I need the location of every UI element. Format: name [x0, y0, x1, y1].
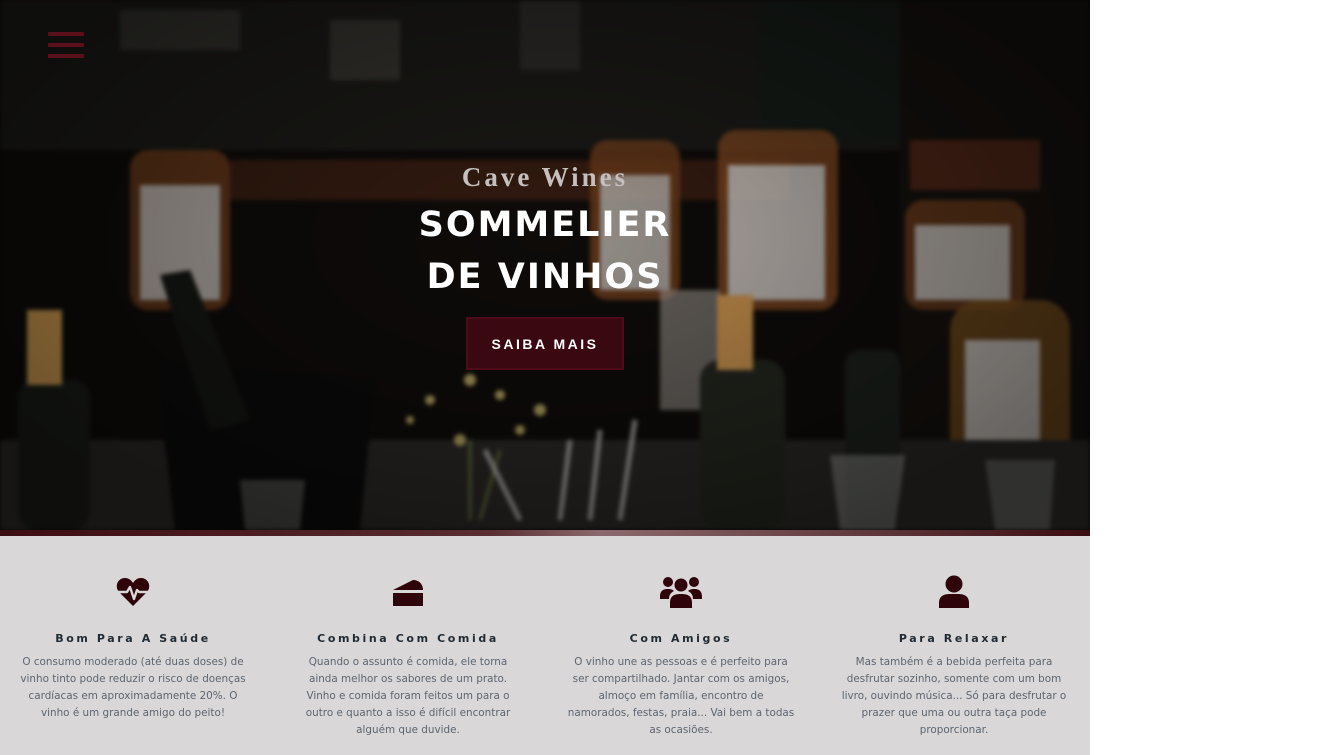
feature-food: Combina Com Comida Quando o assunto é co…: [293, 536, 523, 739]
brand-name: Cave Wines: [461, 162, 629, 192]
feature-text: Quando o assunto é comida, ele torna ain…: [305, 656, 511, 736]
menu-line: [48, 43, 84, 47]
user-icon: [839, 572, 1069, 612]
hero-section: Cave Wines SOMMELIER DE VINHOS SAIBA MAI…: [0, 0, 1090, 530]
heartbeat-icon: [18, 572, 248, 612]
features-section: Bom Para A Saúde O consumo moderado (até…: [0, 536, 1090, 755]
hero-content: Cave Wines SOMMELIER DE VINHOS SAIBA MAI…: [0, 160, 1090, 370]
feature-title: Com Amigos: [629, 632, 733, 645]
feature-text: O vinho une as pessoas e é perfeito para…: [567, 656, 795, 736]
headline-line-1: SOMMELIER: [418, 205, 672, 245]
users-icon: [566, 572, 796, 612]
menu-line: [48, 54, 84, 58]
feature-title: Para Relaxar: [898, 632, 1010, 645]
headline-line-2: DE VINHOS: [426, 257, 664, 297]
landing-page: Cave Wines SOMMELIER DE VINHOS SAIBA MAI…: [0, 0, 1090, 755]
hero-headline: SOMMELIER DE VINHOS: [0, 199, 1090, 303]
feature-relax: Para Relaxar Mas também é a bebida perfe…: [839, 536, 1069, 739]
cake-slice-icon: [293, 572, 523, 612]
saiba-mais-button[interactable]: SAIBA MAIS: [465, 317, 625, 370]
feature-text: O consumo moderado (até duas doses) de v…: [20, 656, 246, 719]
feature-title: Bom Para A Saúde: [55, 632, 211, 645]
feature-health: Bom Para A Saúde O consumo moderado (até…: [18, 536, 248, 722]
feature-title: Combina Com Comida: [317, 632, 499, 645]
feature-friends: Com Amigos O vinho une as pessoas e é pe…: [566, 536, 796, 739]
feature-text: Mas também é a bebida perfeita para desf…: [841, 656, 1067, 736]
hamburger-menu-icon[interactable]: [48, 32, 84, 64]
menu-line: [48, 32, 84, 36]
